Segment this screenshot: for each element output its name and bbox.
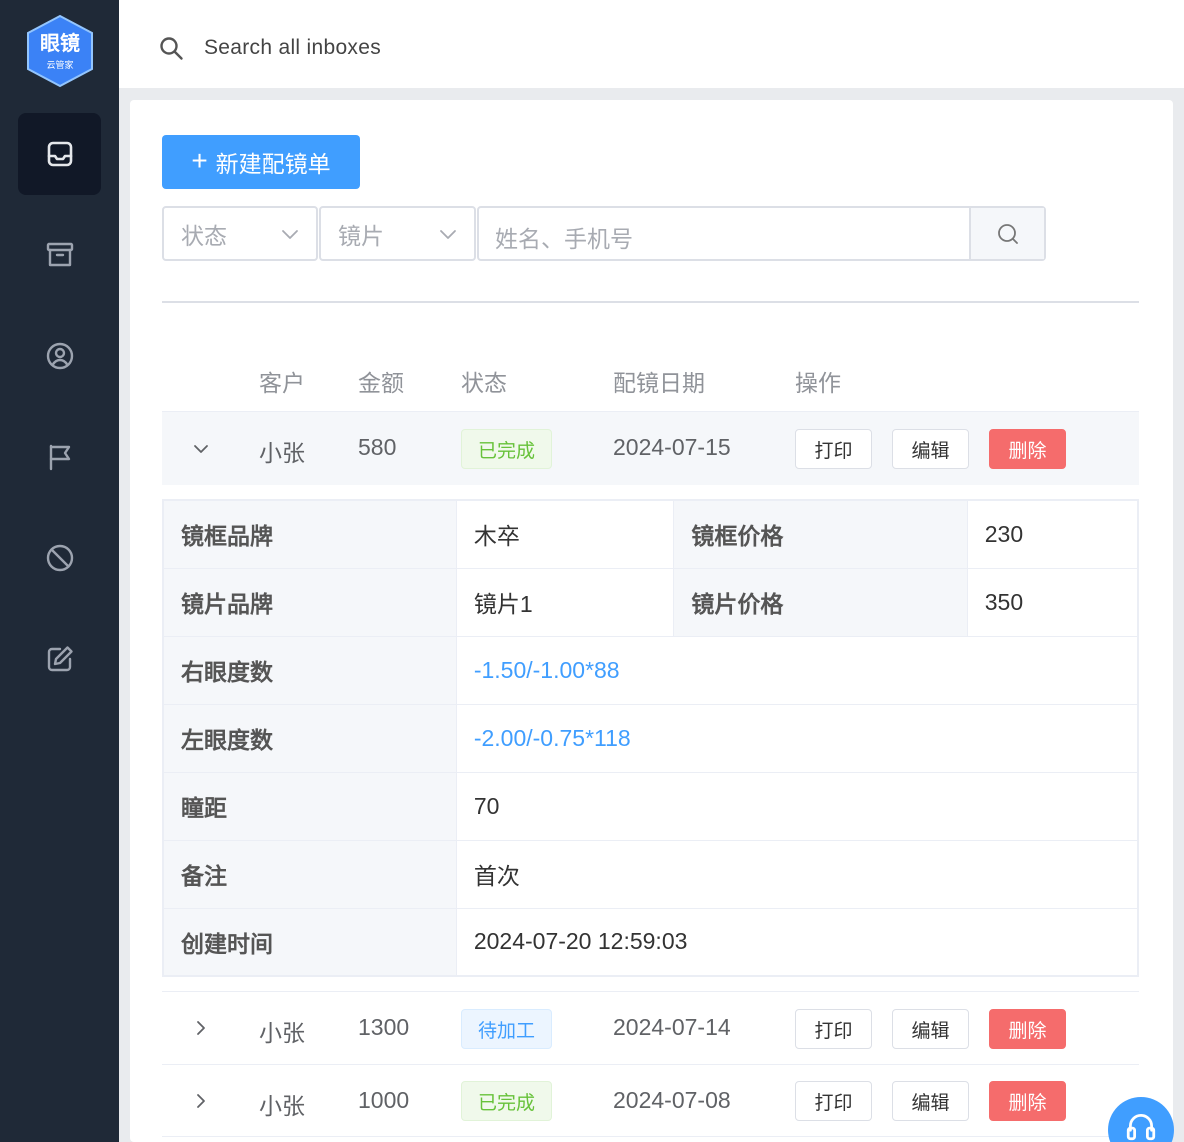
lens-select-value: 镜片 (338, 222, 384, 249)
status-select[interactable]: 状态 (162, 206, 318, 261)
amount-cell: 580 (358, 434, 397, 460)
archive-icon (46, 242, 73, 267)
edit-button[interactable]: 编辑 (892, 1009, 969, 1049)
detail-label: 创建时间 (162, 907, 457, 977)
nav-blocked[interactable] (18, 517, 101, 599)
customer-cell: 小张 (259, 1020, 305, 1046)
table-row[interactable]: 小张 1000 已完成 2024-07-08 打印 编辑 删除 (162, 1065, 1139, 1137)
right-eye-prescription: -1.50/-1.00*88 (455, 635, 1139, 705)
block-icon (46, 544, 73, 572)
delete-button[interactable]: 删除 (989, 1009, 1066, 1049)
nav-contacts[interactable] (18, 315, 101, 397)
flag-icon (49, 444, 70, 471)
app-logo[interactable]: 眼镜 云管家 (24, 14, 96, 88)
detail-value: 镜片1 (455, 567, 675, 637)
lens-select[interactable]: 镜片 (319, 206, 476, 261)
print-button[interactable]: 打印 (795, 1009, 872, 1049)
chevron-right-icon[interactable] (192, 1019, 210, 1037)
date-cell: 2024-07-14 (613, 1014, 731, 1040)
header-status: 状态 (461, 370, 507, 396)
date-cell: 2024-07-08 (613, 1087, 731, 1113)
detail-label: 瞳距 (162, 771, 457, 841)
detail-label: 备注 (162, 839, 457, 909)
plus-icon: + (191, 144, 208, 176)
table-row[interactable]: 小张 1300 待加工 2024-07-14 打印 编辑 删除 (162, 992, 1139, 1064)
header-customer: 客户 (259, 370, 305, 396)
nav-archive[interactable] (18, 214, 101, 296)
chevron-down-icon[interactable] (192, 440, 210, 458)
detail-label: 镜框品牌 (162, 499, 457, 569)
chevron-down-icon (282, 230, 298, 239)
edit-button[interactable]: 编辑 (892, 1081, 969, 1121)
amount-cell: 1300 (358, 1014, 410, 1040)
logo-subtext: 云管家 (46, 61, 74, 71)
new-order-button[interactable]: + 新建配镜单 (162, 135, 360, 189)
status-select-value: 状态 (181, 222, 227, 249)
print-button[interactable]: 打印 (795, 1081, 872, 1121)
order-details: 镜框品牌 木卒 镜框价格 230 镜片品牌 镜片1 镜片价格 350 右眼度数 … (162, 499, 1139, 977)
nav-inbox[interactable] (18, 113, 101, 195)
print-button[interactable]: 打印 (795, 429, 872, 469)
logo-text: 眼镜 (40, 31, 80, 55)
status-badge: 待加工 (461, 1009, 552, 1049)
sidebar: 眼镜 云管家 (0, 0, 119, 1142)
delete-button[interactable]: 删除 (989, 429, 1066, 469)
new-order-label: 新建配镜单 (215, 151, 331, 177)
date-cell: 2024-07-15 (613, 434, 731, 460)
edit-icon (47, 646, 73, 672)
search-icon (160, 37, 183, 60)
status-badge: 已完成 (461, 1081, 552, 1121)
detail-value: 350 (966, 567, 1139, 637)
note-value: 首次 (455, 839, 1139, 909)
header-date: 配镜日期 (613, 370, 705, 396)
header-amount: 金额 (358, 370, 404, 396)
top-search-bar[interactable]: Search all inboxes (119, 0, 1184, 88)
detail-label: 左眼度数 (162, 703, 457, 773)
row-divider (162, 1136, 1139, 1137)
search-button[interactable] (969, 208, 1044, 259)
detail-label: 右眼度数 (162, 635, 457, 705)
user-circle-icon (46, 342, 73, 370)
table-row[interactable]: 小张 580 已完成 2024-07-15 打印 编辑 删除 (162, 411, 1139, 485)
chevron-down-icon (440, 230, 456, 239)
inbox-icon (47, 141, 72, 167)
created-time-value: 2024-07-20 12:59:03 (455, 907, 1139, 977)
delete-button[interactable]: 删除 (989, 1081, 1066, 1121)
pupil-distance-value: 70 (455, 771, 1139, 841)
headset-icon (1126, 1114, 1156, 1141)
customer-cell: 小张 (259, 440, 305, 466)
nav-compose[interactable] (18, 618, 101, 700)
search-icon (997, 223, 1018, 244)
chevron-right-icon[interactable] (192, 1092, 210, 1110)
divider (162, 301, 1139, 303)
name-phone-input[interactable]: 姓名、手机号 (495, 220, 633, 254)
amount-cell: 1000 (358, 1087, 410, 1113)
nav-flagged[interactable] (18, 416, 101, 498)
edit-button[interactable]: 编辑 (892, 429, 969, 469)
header-actions: 操作 (795, 370, 841, 396)
left-eye-prescription: -2.00/-0.75*118 (455, 703, 1139, 773)
detail-value: 230 (966, 499, 1139, 569)
detail-label: 镜片品牌 (162, 567, 457, 637)
detail-label: 镜框价格 (673, 499, 968, 569)
name-phone-search-field[interactable]: 姓名、手机号 (477, 206, 1046, 261)
status-badge: 已完成 (461, 429, 552, 469)
detail-value: 木卒 (455, 499, 675, 569)
detail-label: 镜片价格 (673, 567, 968, 637)
customer-cell: 小张 (259, 1093, 305, 1119)
search-inboxes-input[interactable]: Search all inboxes (204, 36, 381, 60)
